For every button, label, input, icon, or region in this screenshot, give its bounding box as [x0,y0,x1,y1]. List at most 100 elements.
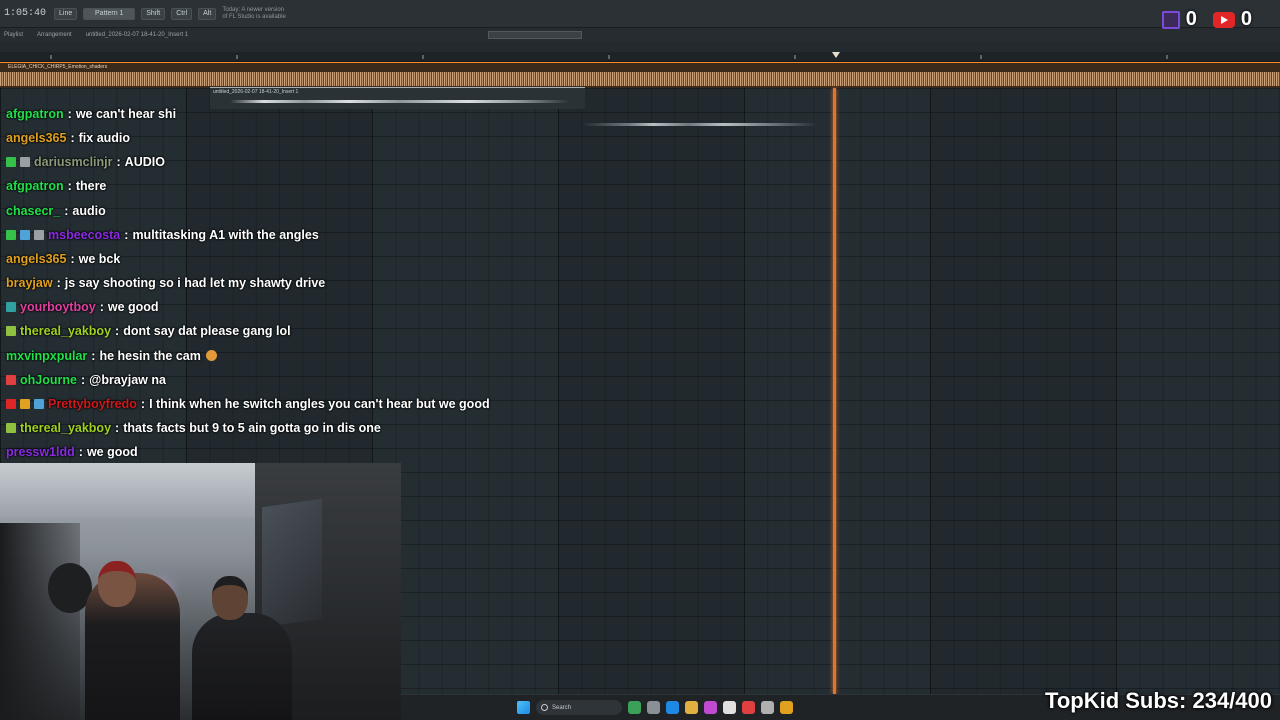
taskbar-app-icon[interactable] [742,701,755,714]
chat-badge-icon [20,229,30,240]
chat-overlay: afgpatron: we can't hear shi angels365: fix… [0,82,520,467]
taskbar-app-icon[interactable] [685,701,698,714]
daw-toolbar: 1:05:40 Line Pattern 1 Shift Ctrl Alt To… [0,0,1280,28]
taskbar-app-icon[interactable] [628,701,641,714]
search-icon [541,704,548,711]
ruler-tick [608,55,610,59]
chat-text: audio [72,203,106,218]
chat-message: msbeecosta: multitasking A1 with the angl… [6,225,319,245]
chat-username[interactable]: afgpatron [6,179,64,193]
webcam-shadow [0,523,80,720]
arrangement-label[interactable]: Arrangement [37,32,72,38]
breadcrumb[interactable]: untitled_2026-02-07 18-41-20_Insert 1 [86,32,188,38]
taskbar-search[interactable]: Search [536,700,622,715]
chat-username[interactable]: msbeecosta [48,228,120,242]
chat-text: dont say dat please gang lol [123,324,291,339]
chat-badge-icon [20,157,30,168]
chat-badge-icon [6,302,16,313]
ruler-tick [1166,55,1168,59]
ctrl-button[interactable]: Ctrl [171,7,193,20]
taskbar-app-icon[interactable] [704,701,717,714]
chat-username[interactable]: mxvinpxpular [6,349,87,363]
chat-badge-icon [34,398,44,409]
playlist-overview-scroller[interactable] [488,31,582,39]
snap-mode-selector[interactable]: Line [54,7,78,20]
guest-body [192,613,292,720]
twitch-count: 0 [1185,8,1197,30]
platform-counters: 0 0 [1161,8,1262,31]
chat-text: multitasking A1 with the angles [132,227,319,242]
song-time: 1:05:40 [4,8,47,19]
pattern-selector[interactable]: Pattern 1 [83,7,136,20]
playhead-line[interactable] [833,88,836,694]
chat-text: we can't hear shi [75,107,177,121]
playlist-label[interactable]: Playlist [4,32,23,38]
chat-username[interactable]: brayjaw [6,276,53,290]
chat-badge-icon [34,229,44,240]
chat-username[interactable]: dariusmclinjr [34,155,113,169]
chat-separator: : [99,300,104,315]
shift-button[interactable]: Shift [141,7,166,20]
chat-username[interactable]: thereal_yakboy [20,324,111,338]
ruler-tick [422,55,424,59]
chat-message: angels365: fix audio [6,128,130,148]
chat-username[interactable]: ohJourne [20,373,77,387]
chat-separator: : [67,107,72,121]
chat-username[interactable]: thereal_yakboy [20,421,111,435]
taskbar-app-icon[interactable] [723,701,736,714]
chat-username[interactable]: angels365 [6,131,66,145]
chat-username[interactable]: pressw1ldd [6,445,75,459]
chat-username[interactable]: chasecr_ [6,204,60,218]
emoji-icon [205,350,217,361]
chat-text: AUDIO [124,155,165,170]
ruler-tick [794,55,796,59]
chat-text: we good [86,445,138,460]
chat-separator: : [140,396,146,411]
chat-text: we bck [78,251,121,266]
chat-badge-icon [6,398,16,409]
audio-waveform-fragment [582,123,818,126]
chat-username[interactable]: afgpatron [6,107,64,121]
webcam-feed [0,463,401,720]
taskbar-app-icon[interactable] [666,701,679,714]
chat-separator: : [67,179,72,194]
chat-message: mxvinpxpular: he hesin the cam [6,346,217,366]
chat-message: brayjaw: js say shooting so i had let my … [6,273,325,293]
taskbar-app-icon[interactable] [761,701,774,714]
ruler-tick [980,55,982,59]
chat-message: dariusmclinjr: AUDIO [6,152,165,172]
chat-separator: : [115,324,120,339]
chat-username[interactable]: angels365 [6,252,66,266]
windows-start-icon[interactable] [517,701,530,714]
chat-badge-icon [6,422,16,433]
chat-username[interactable]: yourboytboy [20,300,96,314]
chat-message: angels365: we bck [6,249,120,269]
chat-badge-icon [6,157,16,168]
chat-badge-icon [6,326,16,337]
alt-button[interactable]: Alt [198,7,217,20]
chat-separator: : [78,445,83,460]
chat-text: I think when he switch angles you can't … [149,396,490,411]
timeline-ruler[interactable] [0,52,1280,62]
chat-message: Prettyboyfredo: I think when he switch an… [6,394,490,414]
chat-message: thereal_yakboy: dont say dat please gang … [6,321,291,341]
stream-screen: 1:05:40 Line Pattern 1 Shift Ctrl Alt To… [0,0,1280,720]
chat-text: thats facts but 9 to 5 ain gotta go in d… [123,420,381,435]
chat-message: ohJourne: @brayjaw na [6,370,166,390]
youtube-icon [1212,11,1235,28]
playback-marker-icon[interactable] [832,52,840,58]
chat-separator: : [91,348,96,363]
taskbar-app-icon[interactable] [780,701,793,714]
chat-message: afgpatron: there [6,176,106,196]
search-placeholder: Search [552,704,572,711]
taskbar-app-icon[interactable] [647,701,660,714]
chat-badge-icon [6,374,16,385]
subs-goal: TopKid Subs: 234/400 [1045,688,1272,713]
streamer-head [98,561,136,607]
update-notice[interactable]: Today: A newer version of FL Studio is a… [222,7,286,21]
chat-message: chasecr_: audio [6,201,106,221]
chat-separator: : [56,276,61,291]
grid-bar-shade [558,88,744,694]
chat-username[interactable]: Prettyboyfredo [48,397,137,411]
playlist-header: Playlist Arrangement untitled_2026-02-07… [0,28,1280,42]
